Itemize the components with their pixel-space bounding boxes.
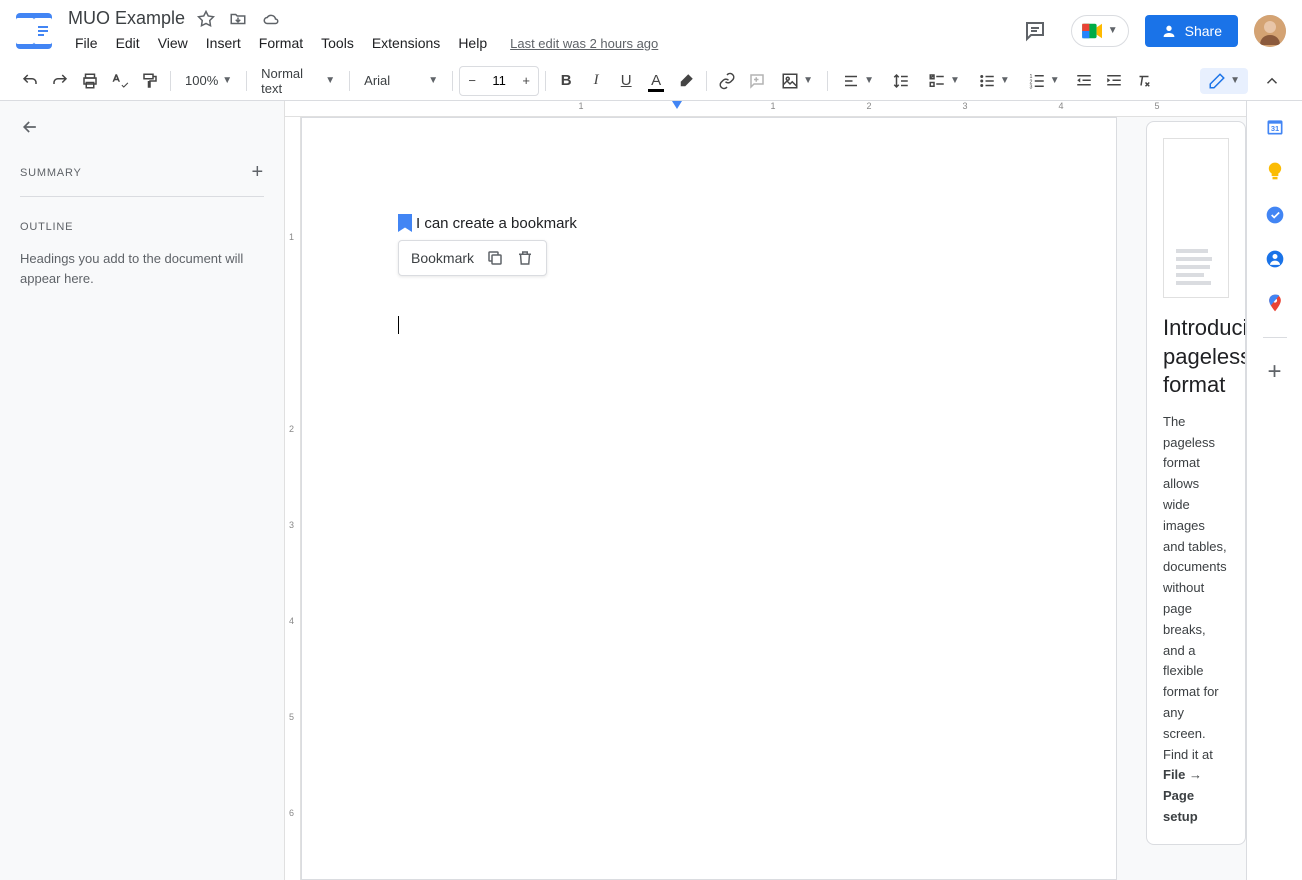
bullet-list-dropdown[interactable]: ▼ [970, 68, 1018, 94]
title-area: MUO Example File Edit View Insert Format… [68, 8, 1007, 53]
info-card: Introducing pageless format The pageless… [1146, 121, 1246, 845]
document-page[interactable]: I can create a bookmark Bookmark [301, 117, 1117, 880]
link-icon[interactable] [713, 67, 741, 95]
zoom-value: 100% [185, 73, 218, 88]
delete-bookmark-icon[interactable] [516, 249, 534, 267]
editing-mode-dropdown[interactable]: ▼ [1200, 68, 1248, 94]
bookmark-icon[interactable] [398, 214, 412, 232]
menu-insert[interactable]: Insert [199, 33, 248, 53]
outline-empty-text: Headings you add to the document will ap… [20, 249, 264, 288]
menu-tools[interactable]: Tools [314, 33, 361, 53]
indent-decrease-icon[interactable] [1070, 67, 1098, 95]
comments-icon[interactable] [1015, 11, 1055, 51]
contacts-icon[interactable] [1265, 249, 1285, 269]
font-size-control: − + [459, 66, 539, 96]
keep-icon[interactable] [1265, 161, 1285, 181]
chevron-down-icon: ▼ [1108, 25, 1118, 36]
document-text-line[interactable]: I can create a bookmark [416, 215, 577, 232]
highlight-icon[interactable] [672, 67, 700, 95]
vertical-ruler[interactable]: 1 2 3 4 5 6 [285, 117, 301, 880]
outline-label: OUTLINE [20, 221, 264, 233]
outline-panel: SUMMARY + OUTLINE Headings you add to th… [0, 101, 285, 880]
print-icon[interactable] [76, 67, 104, 95]
indent-increase-icon[interactable] [1100, 67, 1128, 95]
menu-extensions[interactable]: Extensions [365, 33, 447, 53]
ruler-mark: 1 [578, 101, 583, 111]
image-dropdown[interactable]: ▼ [773, 68, 821, 94]
docs-app-icon[interactable] [16, 13, 52, 49]
document-title[interactable]: MUO Example [68, 8, 185, 29]
font-size-decrease[interactable]: − [460, 67, 484, 95]
font-value: Arial [364, 73, 390, 88]
bookmark-popup-label: Bookmark [411, 250, 474, 266]
header: MUO Example File Edit View Insert Format… [0, 0, 1302, 61]
copy-link-icon[interactable] [486, 249, 504, 267]
line-spacing-dropdown[interactable] [884, 68, 918, 94]
menu-edit[interactable]: Edit [109, 33, 147, 53]
ruler-mark: 2 [866, 101, 871, 111]
card-title: Introducing pageless format [1163, 314, 1229, 400]
checklist-dropdown[interactable]: ▼ [920, 68, 968, 94]
meet-button[interactable]: ▼ [1071, 15, 1129, 47]
menu-format[interactable]: Format [252, 33, 310, 53]
star-icon[interactable] [197, 10, 215, 28]
ruler-mark: 1 [770, 101, 775, 111]
font-dropdown[interactable]: Arial ▼ [356, 69, 446, 92]
text-cursor [398, 316, 399, 334]
underline-icon[interactable]: U [612, 67, 640, 95]
share-button[interactable]: Share [1145, 15, 1238, 47]
maps-icon[interactable] [1265, 293, 1285, 313]
menu-file[interactable]: File [68, 33, 105, 53]
clear-format-icon[interactable] [1130, 67, 1158, 95]
menu-bar: File Edit View Insert Format Tools Exten… [68, 33, 1007, 53]
summary-label: SUMMARY [20, 167, 82, 179]
ruler-mark: 4 [1058, 101, 1063, 111]
menu-view[interactable]: View [151, 33, 195, 53]
toolbar: 100% ▼ Normal text ▼ Arial ▼ − + B I U A… [0, 61, 1302, 101]
font-size-input[interactable] [484, 69, 514, 92]
undo-icon[interactable] [16, 67, 44, 95]
align-dropdown[interactable]: ▼ [834, 68, 882, 94]
horizontal-ruler[interactable]: 1 1 2 3 4 5 6 7 [285, 101, 1246, 117]
collapse-icon[interactable] [1258, 67, 1286, 95]
italic-icon[interactable]: I [582, 67, 610, 95]
comment-icon[interactable] [743, 67, 771, 95]
numbered-list-dropdown[interactable]: 123▼ [1020, 68, 1068, 94]
svg-text:31: 31 [1270, 124, 1278, 133]
canvas-area: 1 1 2 3 4 5 6 7 1 2 3 4 5 6 I can create… [285, 101, 1246, 880]
card-body: The pageless format allows wide images a… [1163, 412, 1229, 828]
text-color-icon[interactable]: A [642, 67, 670, 95]
spellcheck-icon[interactable] [106, 67, 134, 95]
last-edit-link[interactable]: Last edit was 2 hours ago [510, 36, 658, 51]
cloud-icon[interactable] [261, 10, 281, 28]
left-margin-marker[interactable] [672, 101, 682, 109]
paint-format-icon[interactable] [136, 67, 164, 95]
ruler-mark: 5 [1154, 101, 1159, 111]
summary-add-icon[interactable]: + [252, 161, 264, 184]
move-icon[interactable] [229, 10, 247, 28]
style-dropdown[interactable]: Normal text ▼ [253, 62, 343, 100]
style-value: Normal text [261, 66, 321, 96]
right-sidebar: 31 + [1246, 101, 1302, 880]
card-preview-image [1163, 138, 1229, 298]
ruler-mark: 3 [962, 101, 967, 111]
outline-back-icon[interactable] [20, 117, 44, 137]
zoom-dropdown[interactable]: 100% ▼ [177, 69, 240, 92]
redo-icon[interactable] [46, 67, 74, 95]
header-right: ▼ Share [1015, 11, 1286, 51]
menu-help[interactable]: Help [451, 33, 494, 53]
add-addon-icon[interactable]: + [1265, 362, 1285, 382]
bold-icon[interactable]: B [552, 67, 580, 95]
font-size-increase[interactable]: + [514, 67, 538, 95]
share-label: Share [1185, 23, 1222, 39]
bookmark-popup: Bookmark [398, 240, 547, 276]
main-area: SUMMARY + OUTLINE Headings you add to th… [0, 101, 1302, 880]
calendar-icon[interactable]: 31 [1265, 117, 1285, 137]
svg-text:3: 3 [1029, 84, 1032, 90]
user-avatar[interactable] [1254, 15, 1286, 47]
tasks-icon[interactable] [1265, 205, 1285, 225]
